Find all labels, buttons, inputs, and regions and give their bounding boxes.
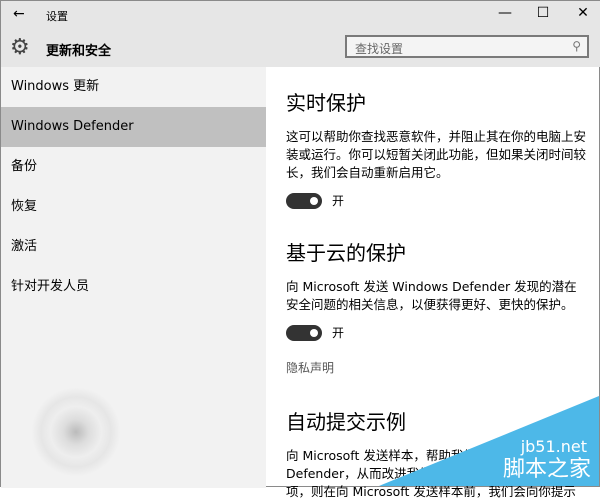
search-icon[interactable]: ⚲: [572, 39, 581, 53]
sidebar-item-developers[interactable]: 针对开发人员: [1, 267, 266, 307]
realtime-desc: 这可以帮助你查找恶意软件，并阻止其在你的电脑上安装或运行。你可以短暂关闭此功能，…: [286, 129, 587, 180]
sidebar-item-backup[interactable]: 备份: [1, 147, 266, 187]
sidebar-item-windows-defender[interactable]: Windows Defender: [1, 107, 266, 147]
toggle-switch[interactable]: [286, 324, 322, 341]
page-title: 更新和安全: [46, 44, 112, 59]
gear-icon: ⚙: [10, 35, 30, 60]
realtime-title: 实时保护: [286, 91, 366, 115]
window-title: 设置: [46, 10, 68, 23]
sidebar-item-windows-update[interactable]: Windows 更新: [1, 67, 266, 107]
decorative-swirl-icon: [31, 387, 121, 477]
header: ⚙ 更新和安全 查找设置 ⚲: [1, 29, 600, 67]
cloud-toggle[interactable]: 开: [286, 324, 586, 341]
sidebar-item-activation[interactable]: 激活: [1, 227, 266, 267]
sidebar: Windows 更新 Windows Defender 备份 恢复 激活 针对开…: [1, 67, 266, 488]
maximize-button[interactable]: ☐: [533, 5, 553, 21]
title-bar: ← 设置 — ☐ ✕: [1, 1, 600, 29]
sidebar-item-recovery[interactable]: 恢复: [1, 187, 266, 227]
cloud-title: 基于云的保护: [286, 241, 406, 265]
minimize-button[interactable]: —: [495, 5, 515, 21]
search-input[interactable]: 查找设置 ⚲: [345, 35, 589, 58]
back-button[interactable]: ←: [13, 6, 25, 22]
cloud-desc: 向 Microsoft 发送 Windows Defender 发现的潜在安全问…: [286, 279, 577, 312]
close-button[interactable]: ✕: [573, 5, 593, 21]
realtime-toggle[interactable]: 开: [286, 192, 586, 209]
toggle-label: 开: [332, 194, 345, 208]
privacy-link[interactable]: 隐私声明: [286, 359, 586, 376]
search-placeholder: 查找设置: [355, 42, 404, 56]
watermark-name: 脚本之家: [502, 457, 591, 482]
toggle-switch[interactable]: [286, 192, 322, 209]
toggle-label: 开: [332, 326, 345, 340]
